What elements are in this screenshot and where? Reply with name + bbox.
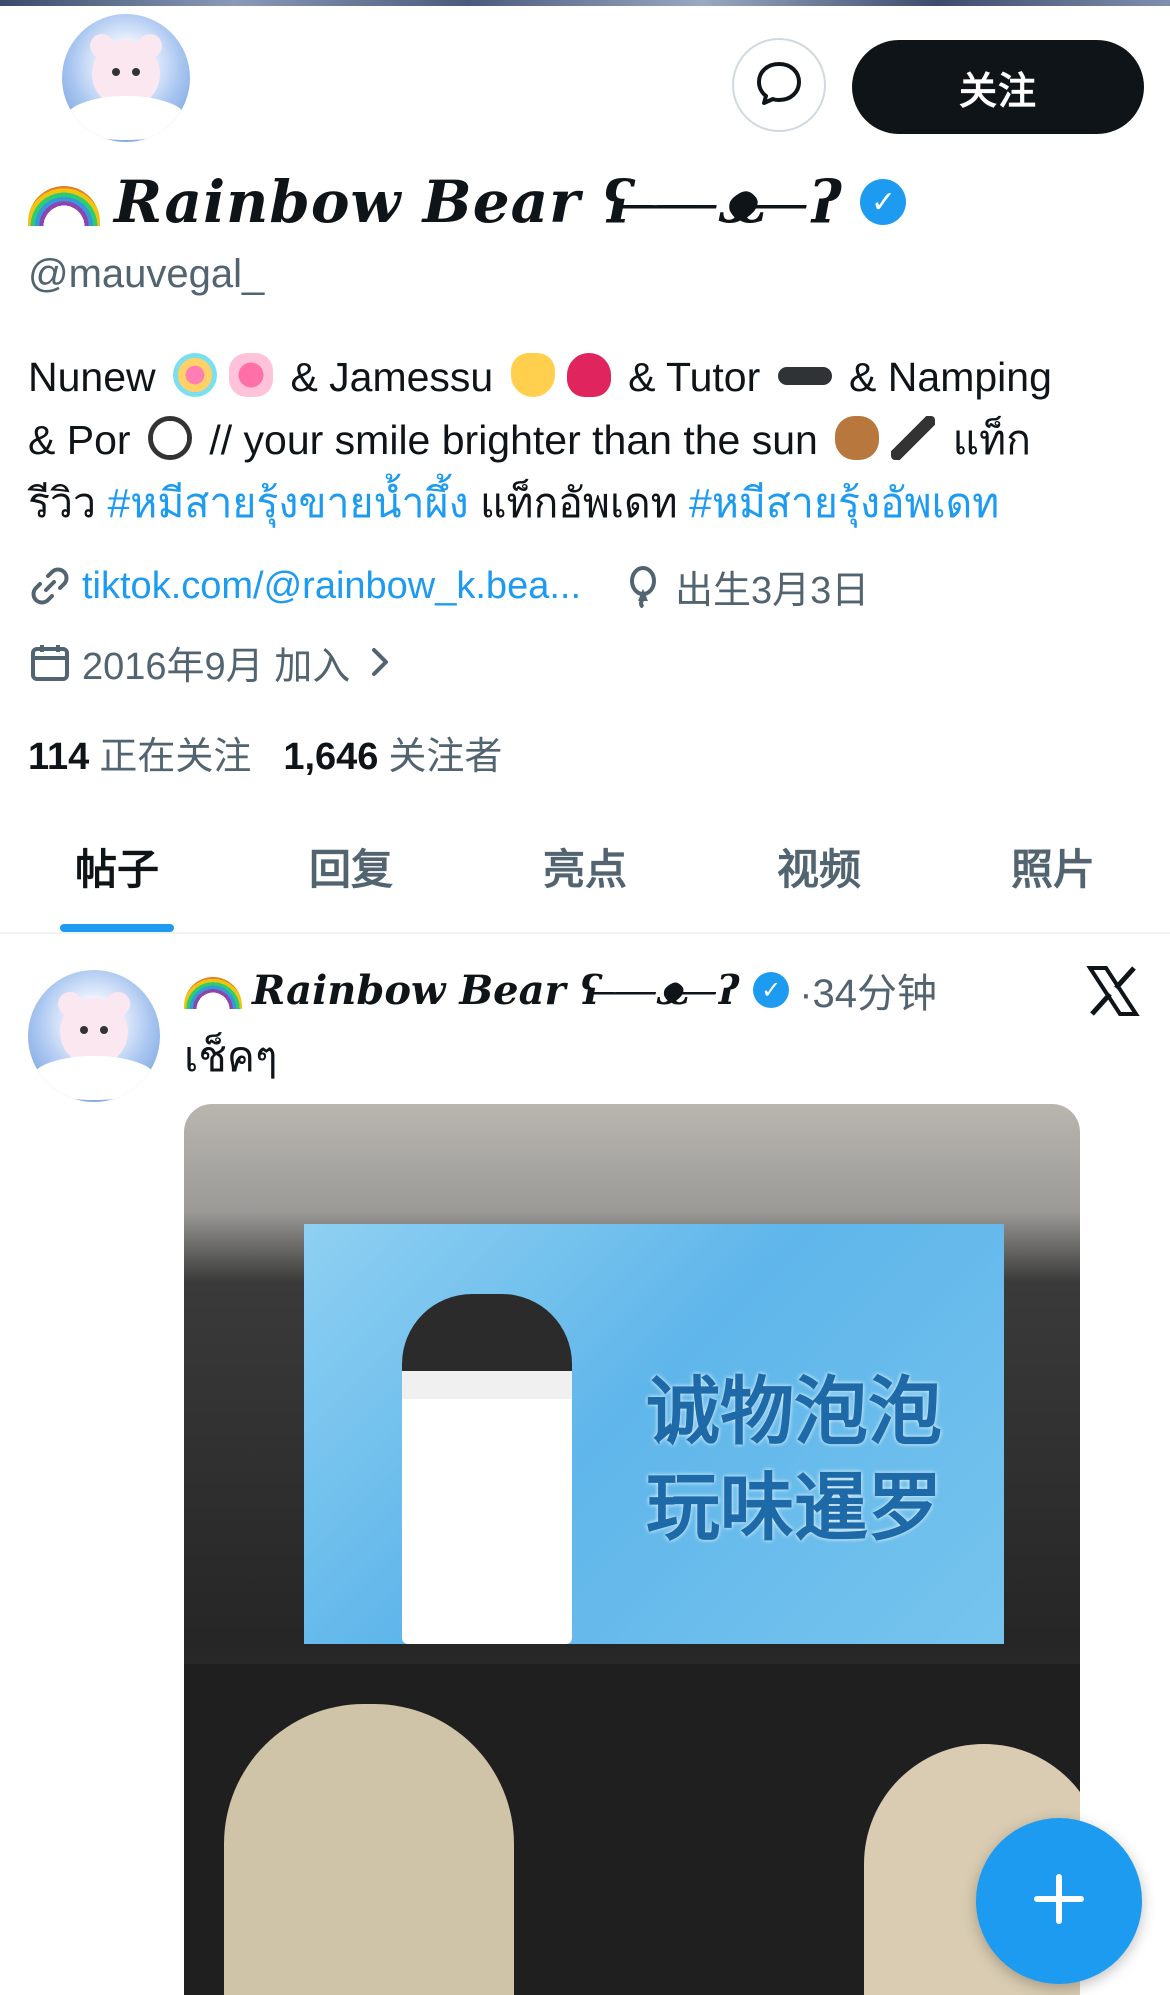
bio-text: แท็ก xyxy=(952,417,1031,463)
followers-count: 1,646 xyxy=(283,735,379,778)
bio-text: & Por xyxy=(28,417,131,463)
chevron-right-icon[interactable] xyxy=(358,640,402,684)
profile-handle: @mauvegal_ xyxy=(28,252,265,296)
lollipop-icon xyxy=(173,353,218,397)
profile-banner[interactable] xyxy=(0,0,1170,6)
following-stat[interactable]: 114 正在关注 xyxy=(28,725,251,780)
followers-stat[interactable]: 1,646 关注者 xyxy=(283,725,502,780)
bio-text: & Jamessu xyxy=(290,354,494,400)
post-timestamp[interactable]: ·34分钟 xyxy=(799,961,937,1019)
following-label: 正在关注 xyxy=(99,735,252,778)
profile-name-row: Rainbow Bear ʕ ̶̶̶̶̶̶̶ ̶ ̶̶̶̶ ̶̶̶ᴥ ̶̶̶̶ … xyxy=(28,166,907,238)
profile-bio: Nunew & Jamessu & Tutor & Namping & Por … xyxy=(28,346,1138,535)
plus-icon xyxy=(1031,1871,1087,1932)
bio-text: // your smile brighter than the sun xyxy=(209,417,818,463)
hashtag-link[interactable]: #หมีสายรุ้งอัพเดท xyxy=(689,480,999,526)
profile-meta-row-2[interactable]: 2016年9月 加入 xyxy=(28,634,412,690)
bio-text: & Namping xyxy=(849,354,1052,400)
screen-caption-line: 诚物泡泡 xyxy=(646,1369,942,1455)
post-author-name[interactable]: Rainbow Bear ʕ ̶̶̶̶̶̶̶ ̶ ̶̶̶̶ ̶̶̶ᴥ ̶̶̶̶ … xyxy=(252,967,739,1014)
verified-icon[interactable]: ✓ xyxy=(753,972,790,1008)
profile-meta-row-1: tiktok.com/@rainbow_k.bea... 出生3月3日 xyxy=(28,558,869,614)
message-button[interactable] xyxy=(732,38,826,132)
screen-caption: 诚物泡泡 玩味暹罗 xyxy=(604,1364,984,1556)
tab-photos[interactable]: 照片 xyxy=(936,800,1170,932)
profile-avatar[interactable] xyxy=(58,10,194,146)
person-figure xyxy=(402,1294,572,1644)
bio-line-1: Nunew & Jamessu & Tutor & Namping xyxy=(28,346,1138,409)
bio-line-2: & Por // your smile brighter than the su… xyxy=(28,409,1138,472)
bio-line-3: รีวิว #หมีสายรุ้งขายน้ำผึ้ง แท็กอัพเดท #… xyxy=(28,472,1138,535)
post-image[interactable]: 诚物泡泡 玩味暹罗 xyxy=(184,1104,1080,1995)
rainbow-emoji-icon xyxy=(184,977,242,1009)
event-screen: 诚物泡泡 玩味暹罗 xyxy=(304,1224,1004,1644)
profile-tabs: 帖子 回复 亮点 视频 照片 xyxy=(0,800,1170,934)
tab-active-indicator xyxy=(60,924,174,932)
tab-highlights[interactable]: 亮点 xyxy=(468,800,702,932)
panda-icon xyxy=(147,416,192,460)
post-header: Rainbow Bear ʕ ̶̶̶̶̶̶̶ ̶ ̶̶̶̶ ̶̶̶ᴥ ̶̶̶̶ … xyxy=(184,960,937,1020)
screen-caption-line: 玩味暹罗 xyxy=(646,1465,942,1551)
follow-button[interactable]: 关注 xyxy=(852,40,1144,134)
glasses-icon xyxy=(777,367,832,385)
tab-label: 照片 xyxy=(1010,845,1095,893)
magic-wand-icon xyxy=(891,416,936,460)
link-icon xyxy=(28,564,72,608)
post-author-avatar[interactable] xyxy=(28,970,160,1102)
tab-posts[interactable]: 帖子 xyxy=(0,800,234,932)
tab-label: 回复 xyxy=(308,845,393,893)
bio-text: รีวิว xyxy=(28,480,97,526)
tab-label: 亮点 xyxy=(542,845,627,893)
rainbow-emoji-icon xyxy=(28,186,100,226)
display-name: Rainbow Bear ʕ ̶̶̶̶̶̶̶ ̶ ̶̶̶̶ ̶̶̶ᴥ ̶̶̶̶ … xyxy=(114,168,843,236)
kiss-mark-icon xyxy=(566,353,611,397)
message-icon xyxy=(754,58,804,113)
tab-replies[interactable]: 回复 xyxy=(234,800,468,932)
profile-website-link[interactable]: tiktok.com/@rainbow_k.bea... xyxy=(82,565,581,608)
follow-stats: 114 正在关注 1,646 关注者 xyxy=(28,722,502,782)
profile-joined-date: 2016年9月 加入 xyxy=(82,645,351,688)
tab-videos[interactable]: 视频 xyxy=(702,800,936,932)
bio-text: แท็กอัพเดท xyxy=(480,480,678,526)
x-logo-icon xyxy=(1086,964,1140,1018)
teddy-bear-icon xyxy=(835,416,880,460)
balloon-icon xyxy=(621,564,665,608)
tab-label: 帖子 xyxy=(74,845,159,893)
followers-label: 关注者 xyxy=(388,735,503,778)
profile-birthday: 出生3月3日 xyxy=(675,569,870,612)
post-text: เช็คๆ xyxy=(184,1033,278,1080)
bio-text: & Tutor xyxy=(628,354,761,400)
following-count: 114 xyxy=(28,735,90,778)
cat-face-icon xyxy=(510,353,555,397)
candy-icon xyxy=(229,353,274,397)
compose-post-button[interactable] xyxy=(976,1818,1142,1984)
verified-icon[interactable]: ✓ xyxy=(860,179,907,225)
bio-text: Nunew xyxy=(28,354,156,400)
hashtag-link[interactable]: #หมีสายรุ้งขายน้ำผึ้ง xyxy=(107,480,468,526)
tab-label: 视频 xyxy=(776,845,861,893)
chair-left xyxy=(224,1704,514,1995)
calendar-icon xyxy=(28,640,72,684)
